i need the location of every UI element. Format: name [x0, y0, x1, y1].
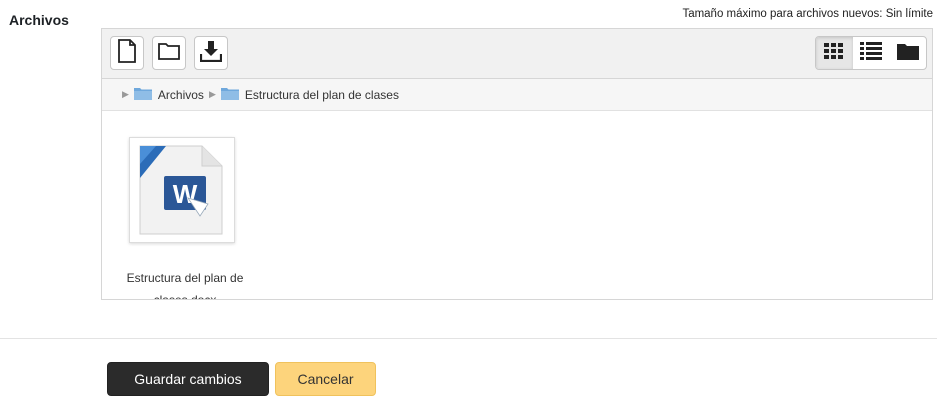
folder-icon	[220, 87, 239, 103]
breadcrumb-label: Archivos	[157, 87, 204, 102]
list-view-icon	[860, 41, 882, 65]
field-label: Archivos	[9, 12, 69, 28]
breadcrumb-label: Estructura del plan de clases	[244, 87, 399, 102]
folder-icon	[133, 87, 152, 103]
breadcrumb-item-root[interactable]: Archivos	[133, 87, 204, 103]
breadcrumb: ▶ Archivos ▶ Estructura del plan de clas…	[102, 79, 932, 111]
grid-view-icon	[824, 42, 844, 64]
cancel-button[interactable]: Cancelar	[275, 362, 376, 396]
tree-view-icon	[896, 42, 919, 65]
add-file-button[interactable]	[110, 36, 144, 70]
breadcrumb-item-current[interactable]: Estructura del plan de clases	[220, 87, 399, 103]
view-switcher	[815, 36, 927, 70]
breadcrumb-separator-icon: ▶	[208, 89, 216, 99]
tree-view-button[interactable]	[889, 37, 926, 69]
grid-view-button[interactable]	[816, 37, 853, 69]
file-manager: ▶ Archivos ▶ Estructura del plan de clas…	[101, 28, 933, 300]
download-all-button[interactable]	[194, 36, 228, 70]
word-document-icon: W	[130, 145, 234, 246]
create-folder-button[interactable]	[152, 36, 186, 70]
file-thumbnail: W	[129, 137, 235, 243]
max-size-note: Tamaño máximo para archivos nuevos: Sin …	[682, 8, 933, 20]
file-manager-toolbar	[102, 29, 932, 79]
download-icon	[199, 40, 223, 67]
folder-icon	[158, 42, 180, 65]
save-button[interactable]: Guardar cambios	[107, 362, 269, 396]
breadcrumb-separator-icon: ▶	[122, 89, 129, 99]
file-list: W Estructura del plan de clases.docx	[102, 111, 932, 299]
file-add-icon	[117, 38, 137, 68]
file-name[interactable]: Estructura del plan de clases.docx	[102, 267, 268, 299]
form-divider	[0, 338, 937, 339]
list-view-button[interactable]	[853, 37, 890, 69]
